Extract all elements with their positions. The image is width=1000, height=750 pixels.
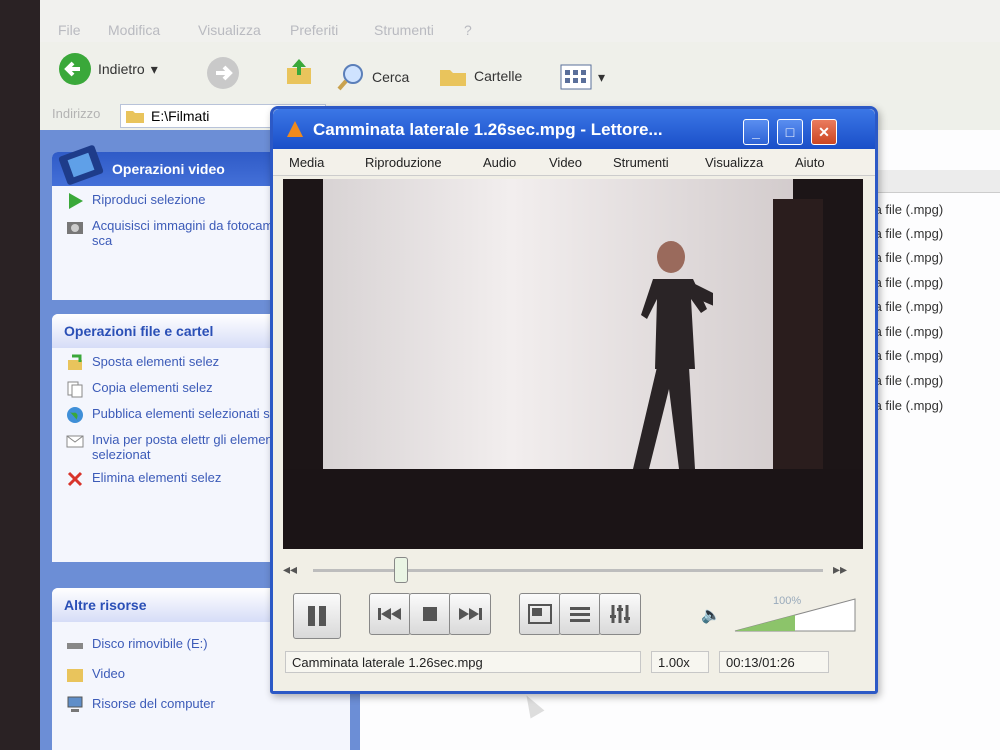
play-icon (69, 193, 83, 209)
copy-icon (67, 381, 83, 398)
move-icon (68, 354, 82, 370)
fullscreen-icon (528, 604, 552, 624)
address-label: Indirizzo (52, 106, 101, 121)
seek-back-icon[interactable]: ◂◂ (283, 561, 297, 578)
video-wall (323, 179, 793, 469)
volume-slider[interactable]: 100% (733, 595, 857, 633)
menu-visualizza[interactable]: Visualizza (198, 22, 261, 38)
explorer-toolbar: Indietro ▾ Cerca Cartelle ▾ (40, 42, 1000, 100)
playlist-icon (570, 607, 590, 622)
globe-icon (67, 407, 83, 423)
extended-settings-button[interactable] (599, 593, 641, 635)
address-path: E:\Filmati (151, 108, 210, 124)
vlc-menu-video[interactable]: Video (549, 155, 582, 170)
vlc-window: Camminata laterale 1.26sec.mpg - Lettore… (270, 106, 878, 694)
search-button[interactable]: Cerca (336, 62, 409, 92)
video-floor (283, 469, 863, 549)
speaker-icon[interactable]: 🔈 (701, 605, 721, 625)
stop-icon (423, 607, 437, 621)
pause-icon (308, 606, 326, 626)
previous-icon (378, 608, 401, 620)
vlc-menu-tools[interactable]: Strumenti (613, 155, 669, 170)
search-icon (337, 64, 363, 91)
video-door (773, 199, 823, 469)
status-speed[interactable]: 1.00x (651, 651, 709, 673)
place-removable-disk-label: Disco rimovibile (E:) (92, 636, 208, 651)
folder-icon (440, 70, 466, 86)
status-filename: Camminata laterale 1.26sec.mpg (285, 651, 641, 673)
playback-controls: 🔈 100% (283, 593, 863, 643)
place-video-label: Video (92, 666, 126, 681)
vlc-menu-playback[interactable]: Riproduzione (365, 155, 442, 170)
task-copy-label: Copia elementi selez (92, 380, 213, 395)
status-time[interactable]: 00:13/01:26 (719, 651, 829, 673)
menu-preferiti[interactable]: Preferiti (290, 22, 338, 38)
forward-button[interactable] (206, 56, 240, 90)
menu-strumenti[interactable]: Strumenti (374, 22, 434, 38)
pause-button[interactable] (293, 593, 341, 639)
chevron-down-icon: ▾ (150, 60, 158, 77)
vlc-title-bar[interactable]: Camminata laterale 1.26sec.mpg - Lettore… (273, 109, 875, 149)
place-my-computer-label: Risorse del computer (92, 696, 215, 711)
up-folder-icon (287, 59, 311, 84)
vlc-cone-icon (287, 121, 303, 137)
views-button[interactable]: ▾ (560, 64, 605, 90)
search-label: Cerca (372, 69, 410, 85)
volume-percent: 100% (773, 595, 802, 607)
vlc-menu-help[interactable]: Aiuto (795, 155, 825, 170)
delete-x-icon (67, 471, 83, 487)
vlc-menubar: Media Riproduzione Audio Video Strumenti… (273, 149, 875, 176)
maximize-button[interactable]: □ (777, 119, 803, 145)
fullscreen-button[interactable] (519, 593, 561, 635)
back-button[interactable]: Indietro ▾ (58, 52, 158, 86)
computer-icon (67, 696, 83, 712)
film-strip-icon (58, 145, 104, 185)
minimize-button[interactable]: _ (743, 119, 769, 145)
views-grid-icon (560, 64, 592, 90)
task-play-selection-label: Riproduci selezione (92, 192, 206, 207)
video-area[interactable] (283, 179, 863, 549)
vlc-menu-audio[interactable]: Audio (483, 155, 516, 170)
video-person (633, 241, 713, 469)
task-move-label: Sposta elementi selez (92, 354, 220, 369)
up-folder-button[interactable] (284, 56, 314, 86)
vlc-menu-media[interactable]: Media (289, 155, 324, 170)
status-bar: Camminata laterale 1.26sec.mpg 1.00x 00:… (283, 649, 863, 677)
close-button[interactable]: ✕ (811, 119, 837, 145)
seek-forward-icon[interactable]: ▸▸ (833, 561, 847, 578)
seek-track[interactable] (313, 569, 823, 572)
previous-button[interactable] (369, 593, 411, 635)
folder-small-icon (126, 111, 144, 123)
vlc-menu-view[interactable]: Visualizza (705, 155, 763, 170)
seek-bar[interactable]: ◂◂ ▸▸ (283, 555, 863, 585)
explorer-menubar: File Modifica Visualizza Preferiti Strum… (40, 0, 1000, 43)
folders-button[interactable]: Cartelle (438, 64, 522, 88)
equalizer-icon (610, 605, 630, 623)
close-icon: ✕ (818, 123, 830, 140)
forward-arrow-icon (207, 57, 239, 89)
seek-handle[interactable] (393, 557, 408, 583)
menu-modifica[interactable]: Modifica (108, 22, 160, 38)
playlist-button[interactable] (559, 593, 601, 635)
folders-label: Cartelle (474, 68, 523, 84)
video-folder-icon (67, 669, 83, 682)
maximize-icon: □ (785, 124, 795, 140)
camera-icon (67, 222, 83, 234)
task-delete-label: Elimina elementi selez (92, 470, 222, 485)
back-arrow-icon (59, 53, 91, 85)
stop-button[interactable] (409, 593, 451, 635)
vlc-title-text: Camminata laterale 1.26sec.mpg - Lettore… (313, 120, 663, 139)
drive-icon (67, 643, 83, 649)
next-icon (459, 608, 482, 620)
next-button[interactable] (449, 593, 491, 635)
views-chevron-icon: ▾ (598, 68, 606, 85)
minimize-icon: _ (752, 124, 760, 140)
mail-icon (66, 435, 84, 448)
back-label: Indietro (98, 61, 145, 77)
menu-help[interactable]: ? (464, 22, 472, 38)
menu-file[interactable]: File (58, 22, 81, 38)
